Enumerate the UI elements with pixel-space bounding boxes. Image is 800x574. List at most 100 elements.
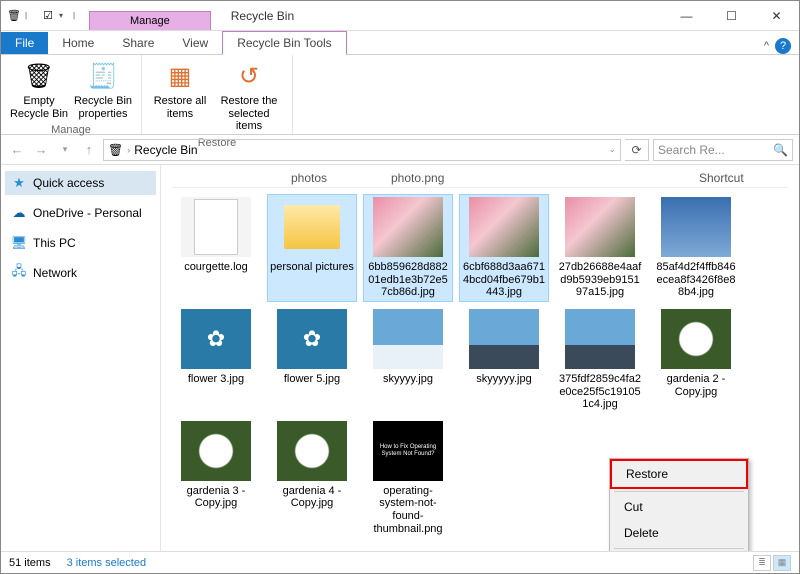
properties-qat-icon[interactable]: ☑ xyxy=(39,7,57,25)
window-title: Recycle Bin xyxy=(211,9,664,23)
file-item[interactable]: 375fdf2859c4fa2e0ce25f5c191051c4.jpg xyxy=(555,306,645,414)
properties-label: Recycle Bin properties xyxy=(73,95,133,120)
contextual-tab-manage: Manage xyxy=(89,11,211,30)
tab-home[interactable]: Home xyxy=(48,32,108,54)
restore-selected-label: Restore the selected items xyxy=(214,95,284,133)
file-item[interactable]: How to Fix Operating System Not Found?op… xyxy=(363,418,453,539)
file-item[interactable]: flower 3.jpg xyxy=(171,306,261,414)
empty-bin-label: Empty Recycle Bin xyxy=(9,95,69,120)
thumbnail xyxy=(181,421,251,481)
restore-all-button[interactable]: ▦ Restore all items xyxy=(148,57,212,137)
tab-share[interactable]: Share xyxy=(108,32,168,54)
qat-dropdown-icon[interactable]: ▾ xyxy=(59,11,71,20)
file-name-label: operating-system-not-found-thumbnail.png xyxy=(366,485,450,536)
file-name-label: courgette.log xyxy=(184,261,248,274)
restore-selected-button[interactable]: ↺ Restore the selected items xyxy=(212,57,286,137)
navigation-pane: ★ Quick access ☁ OneDrive - Personal 🖥 T… xyxy=(1,165,161,551)
file-item[interactable]: flower 5.jpg xyxy=(267,306,357,414)
search-placeholder: Search Re... xyxy=(658,143,725,157)
search-icon: 🔍 xyxy=(773,143,788,157)
menu-cut[interactable]: Cut xyxy=(610,494,748,520)
title-bar: 🗑 | ☑ ▾ | Manage Recycle Bin — ☐ ✕ xyxy=(1,1,799,31)
qat-sep: | xyxy=(25,11,37,20)
breadcrumb-location: Recycle Bin xyxy=(134,143,197,157)
nav-quick-access[interactable]: ★ Quick access xyxy=(5,171,156,195)
restore-all-icon: ▦ xyxy=(164,61,196,93)
restore-selected-icon: ↺ xyxy=(233,61,265,93)
address-bar: ← → ▾ ↑ 🗑 › Recycle Bin ⌄ ⟳ Search Re...… xyxy=(1,135,799,165)
status-item-count: 51 items xyxy=(9,557,51,569)
file-item[interactable]: gardenia 4 - Copy.jpg xyxy=(267,418,357,539)
nav-this-pc[interactable]: 🖥 This PC xyxy=(5,231,156,255)
thumbnail: How to Fix Operating System Not Found? xyxy=(373,421,443,481)
empty-bin-icon: 🗑 xyxy=(23,61,55,93)
file-item[interactable]: 27db26688e4aafd9b5939eb915197a15.jpg xyxy=(555,194,645,302)
recycle-bin-properties-button[interactable]: 🧾 Recycle Bin properties xyxy=(71,57,135,124)
breadcrumb-dropdown-icon[interactable]: ⌄ xyxy=(608,144,616,155)
nav-onedrive-label: OneDrive - Personal xyxy=(33,206,142,220)
large-icons-view-button[interactable]: ▦ xyxy=(773,555,791,571)
column-headers[interactable]: photos photo.png Shortcut xyxy=(171,169,789,188)
qat-sep2: | xyxy=(73,11,85,20)
tab-recycle-bin-tools[interactable]: Recycle Bin Tools xyxy=(222,31,347,55)
file-name-label: skyyyyy.jpg xyxy=(476,373,531,386)
column-original[interactable]: photo.png xyxy=(391,171,491,185)
thumbnail xyxy=(469,197,539,257)
star-icon: ★ xyxy=(11,175,27,191)
file-name-label: 6bb859628d88201edb1e3b72e57cb86d.jpg xyxy=(366,261,450,299)
ribbon-group-restore: ▦ Restore all items ↺ Restore the select… xyxy=(142,55,293,134)
empty-recycle-bin-button[interactable]: 🗑 Empty Recycle Bin xyxy=(7,57,71,124)
back-button[interactable]: ← xyxy=(7,140,27,160)
file-name-label: flower 5.jpg xyxy=(284,373,340,386)
file-item[interactable]: 6bb859628d88201edb1e3b72e57cb86d.jpg xyxy=(363,194,453,302)
search-input[interactable]: Search Re... 🔍 xyxy=(653,139,793,161)
maximize-button[interactable]: ☐ xyxy=(709,1,754,30)
context-menu: Restore Cut Delete Properties xyxy=(609,458,749,551)
file-name-label: flower 3.jpg xyxy=(188,373,244,386)
tab-file[interactable]: File xyxy=(1,32,48,54)
file-name-label: gardenia 4 - Copy.jpg xyxy=(270,485,354,510)
help-icon[interactable]: ? xyxy=(775,38,791,54)
recent-locations-dropdown[interactable]: ▾ xyxy=(55,140,75,160)
status-selected-count: 3 items selected xyxy=(67,557,146,569)
file-item[interactable]: courgette.log xyxy=(171,194,261,302)
menu-delete[interactable]: Delete xyxy=(610,520,748,546)
breadcrumb[interactable]: 🗑 › Recycle Bin ⌄ xyxy=(103,139,621,161)
content-area[interactable]: photos photo.png Shortcut courgette.log p… xyxy=(161,165,799,551)
details-view-button[interactable]: ≣ xyxy=(753,555,771,571)
cloud-icon: ☁ xyxy=(11,205,27,221)
tab-view[interactable]: View xyxy=(168,32,222,54)
network-icon: 🖧 xyxy=(11,265,27,281)
file-item[interactable]: skyyyyy.jpg xyxy=(459,306,549,414)
nav-network-label: Network xyxy=(33,266,77,280)
contextual-tab-header: Manage xyxy=(89,1,211,30)
file-name-label: gardenia 3 - Copy.jpg xyxy=(174,485,258,510)
minimize-button[interactable]: — xyxy=(664,1,709,30)
thumbnail xyxy=(277,309,347,369)
nav-thispc-label: This PC xyxy=(33,236,76,250)
thumbnail xyxy=(181,309,251,369)
file-item[interactable]: gardenia 2 - Copy.jpg xyxy=(651,306,741,414)
refresh-button[interactable]: ⟳ xyxy=(625,139,649,161)
thumbnail xyxy=(277,421,347,481)
file-item[interactable]: personal pictures xyxy=(267,194,357,302)
close-button[interactable]: ✕ xyxy=(754,1,799,30)
file-item[interactable]: 85af4d2f4ffb846ecea8f3426f8e88b4.jpg xyxy=(651,194,741,302)
column-shortcut[interactable]: Shortcut xyxy=(699,171,789,185)
quick-access-toolbar: 🗑 | ☑ ▾ | xyxy=(1,7,89,25)
nav-onedrive[interactable]: ☁ OneDrive - Personal xyxy=(5,201,156,225)
thumbnail xyxy=(565,197,635,257)
up-button[interactable]: ↑ xyxy=(79,140,99,160)
file-item[interactable]: skyyyy.jpg xyxy=(363,306,453,414)
thumbnail xyxy=(277,197,347,257)
nav-network[interactable]: 🖧 Network xyxy=(5,261,156,285)
file-item[interactable]: gardenia 3 - Copy.jpg xyxy=(171,418,261,539)
recycle-bin-small-icon: 🗑 xyxy=(108,143,123,157)
collapse-ribbon-icon[interactable]: ^ xyxy=(764,40,769,52)
file-item[interactable]: 6cbf688d3aa6714bcd04fbe679b1443.jpg xyxy=(459,194,549,302)
file-name-label: skyyyy.jpg xyxy=(383,373,433,386)
forward-button[interactable]: → xyxy=(31,140,51,160)
ribbon-group-manage: 🗑 Empty Recycle Bin 🧾 Recycle Bin proper… xyxy=(1,55,142,134)
menu-restore[interactable]: Restore xyxy=(610,459,748,489)
column-name[interactable]: photos xyxy=(291,171,391,185)
